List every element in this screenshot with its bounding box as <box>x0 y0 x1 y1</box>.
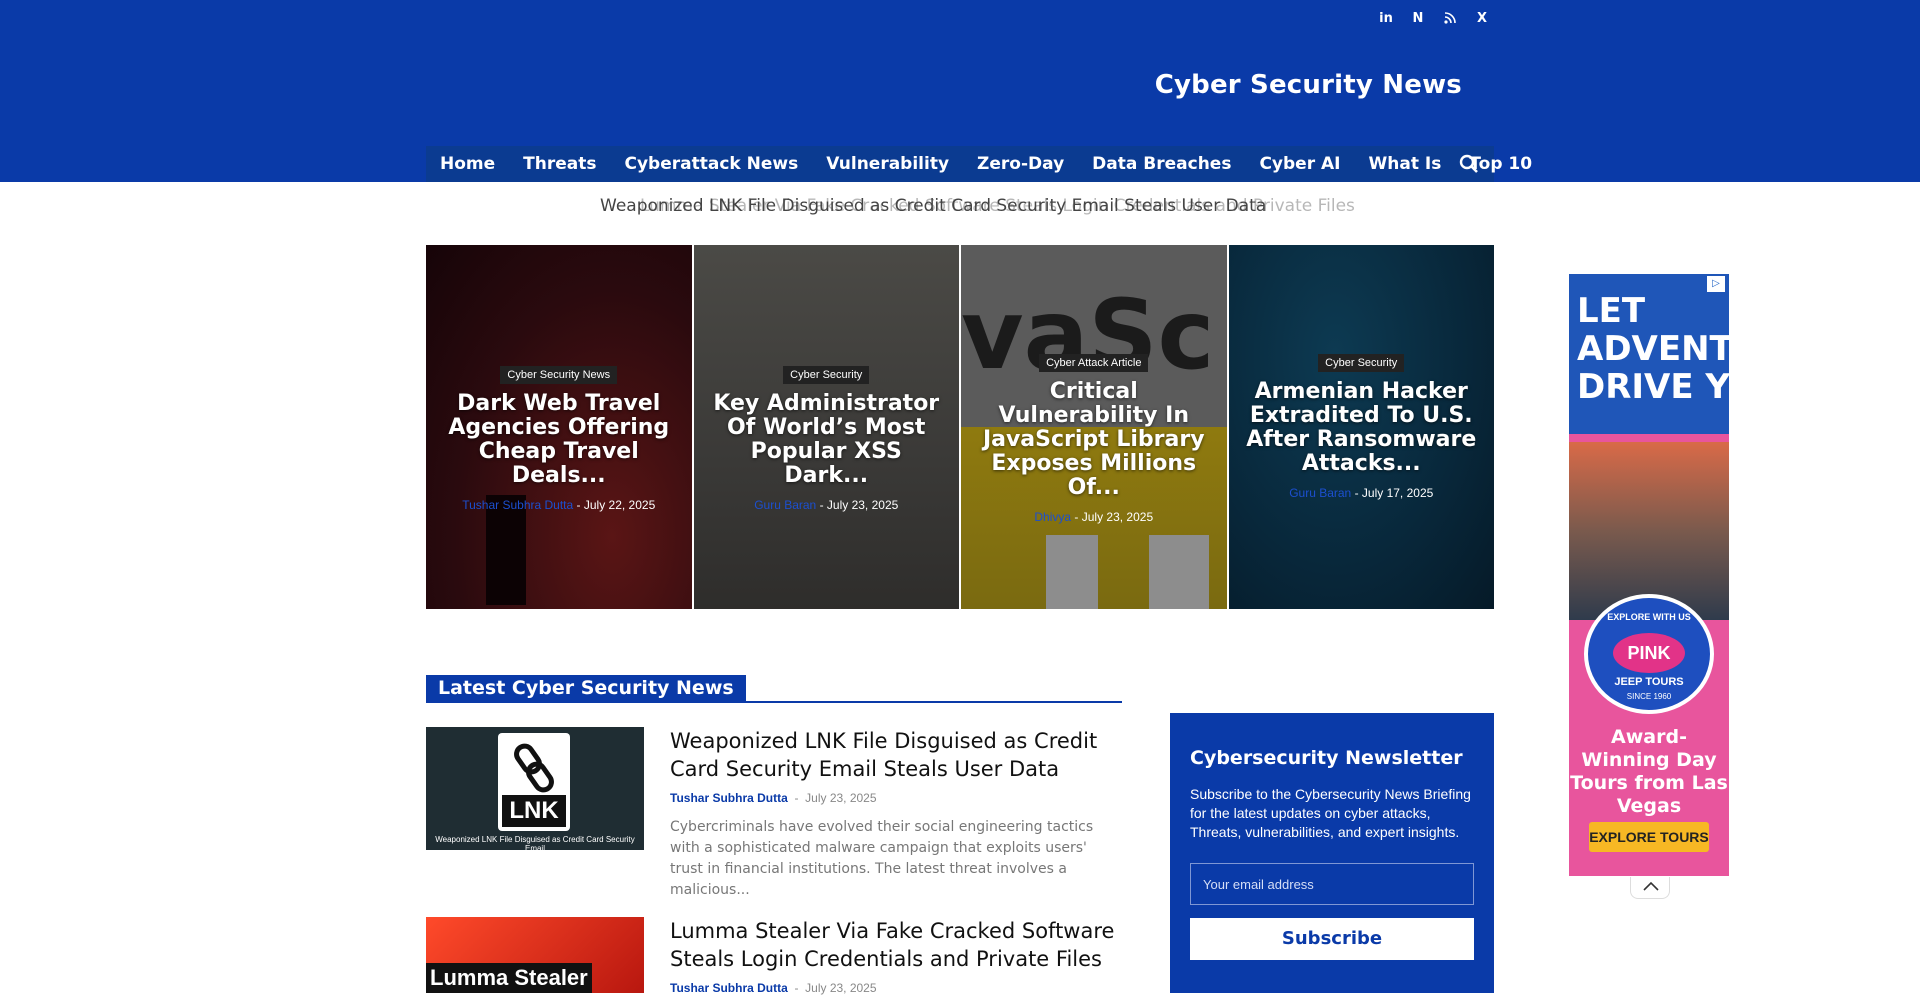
subscribe-button[interactable]: Subscribe <box>1190 918 1474 960</box>
nav-item-data-breaches[interactable]: Data Breaches <box>1078 146 1245 182</box>
main-nav: Home Threats Cyberattack News Vulnerabil… <box>426 146 1532 182</box>
post-date: July 23, 2025 <box>805 791 877 805</box>
newsletter-description: Subscribe to the Cybersecurity News Brie… <box>1190 786 1471 840</box>
ad-cta-button[interactable]: EXPLORE TOURS <box>1589 822 1709 852</box>
post-date: July 23, 2025 <box>1081 510 1154 524</box>
post-date: July 23, 2025 <box>826 498 899 512</box>
post-date: July 22, 2025 <box>583 498 656 512</box>
post-date: July 17, 2025 <box>1361 486 1434 500</box>
site-title[interactable]: Cyber Security News <box>1155 70 1462 100</box>
featured-title[interactable]: Armenian Hacker Extradited To U.S. After… <box>1245 380 1479 476</box>
email-field[interactable] <box>1190 863 1474 905</box>
nav-item-cyberattack-news[interactable]: Cyberattack News <box>611 146 813 182</box>
site-header: in N X Cyber Security News Home Threats … <box>0 0 1920 182</box>
featured-card[interactable]: Cyber Security Key Administrator Of Worl… <box>693 245 959 609</box>
scroll-up-button[interactable] <box>1630 877 1670 899</box>
article-title[interactable]: Lumma Stealer Via Fake Cracked Software … <box>670 917 1122 973</box>
sidebar-ad[interactable]: ▷ LET ADVENTURE DRIVE YOU EXPLORE WITH U… <box>1569 274 1729 876</box>
category-badge[interactable]: Cyber Security <box>1318 354 1405 372</box>
featured-grid: Cyber Security News Dark Web Travel Agen… <box>426 245 1494 609</box>
section-header: Latest Cyber Security News <box>426 675 1122 703</box>
featured-card[interactable]: Cyber Security News Dark Web Travel Agen… <box>426 245 692 609</box>
list-item: LNK Weaponized LNK File Disguised as Cre… <box>426 727 1122 898</box>
featured-title[interactable]: Dark Web Travel Agencies Offering Cheap … <box>442 392 676 488</box>
article-thumbnail[interactable]: Lumma Stealer <box>426 917 644 993</box>
search-icon[interactable] <box>1458 153 1480 175</box>
nav-item-vulnerability[interactable]: Vulnerability <box>812 146 963 182</box>
nav-item-cyber-ai[interactable]: Cyber AI <box>1245 146 1354 182</box>
article-thumbnail[interactable]: LNK Weaponized LNK File Disguised as Cre… <box>426 727 644 850</box>
category-badge[interactable]: Cyber Security News <box>500 366 618 384</box>
nav-item-threats[interactable]: Threats <box>509 146 610 182</box>
featured-title[interactable]: Key Administrator Of World’s Most Popula… <box>710 392 944 488</box>
ad-choices-icon[interactable]: ▷ <box>1707 276 1725 292</box>
author-link[interactable]: Guru Baran <box>754 498 816 512</box>
article-title[interactable]: Weaponized LNK File Disguised as Credit … <box>670 727 1122 783</box>
featured-card[interactable]: Cyber Security Armenian Hacker Extradite… <box>1228 245 1494 609</box>
nav-item-home[interactable]: Home <box>426 146 509 182</box>
newsletter-title: Cybersecurity Newsletter <box>1190 747 1463 769</box>
nav-item-what-is[interactable]: What Is <box>1355 146 1456 182</box>
category-badge[interactable]: Cyber Security <box>783 366 870 384</box>
news-ticker: Lumma Stealer Via Fake Cracked Software … <box>0 182 1920 230</box>
author-link[interactable]: Guru Baran <box>1289 486 1351 500</box>
list-item: Lumma Stealer Lumma Stealer Via Fake Cra… <box>426 917 1122 995</box>
linkedin-icon[interactable]: in <box>1370 8 1402 28</box>
featured-title[interactable]: Critical Vulnerability In JavaScript Lib… <box>977 380 1211 500</box>
x-twitter-icon[interactable]: X <box>1466 8 1498 28</box>
author-link[interactable]: Tushar Subhra Dutta <box>462 498 573 512</box>
author-link[interactable]: Tushar Subhra Dutta <box>670 791 788 805</box>
ad-tagline: Award-Winning Day Tours from Las Vegas <box>1570 726 1728 817</box>
newsletter-widget: Cybersecurity Newsletter Subscribe to th… <box>1170 713 1494 993</box>
rss-icon[interactable] <box>1434 8 1466 28</box>
chevron-up-icon <box>1643 881 1659 891</box>
category-badge[interactable]: Cyber Attack Article <box>1039 354 1149 372</box>
ticker-item-primary[interactable]: Weaponized LNK File Disguised as Credit … <box>600 196 1266 216</box>
author-link[interactable]: Dhivya <box>1034 510 1071 524</box>
ad-badge: EXPLORE WITH US PINK JEEP TOURS SINCE 19… <box>1584 594 1714 714</box>
featured-card[interactable]: vaSc Cyber Attack Article Critical Vulne… <box>961 245 1227 609</box>
ad-headline: LET ADVENTURE DRIVE YOU <box>1577 291 1729 407</box>
social-links: in N X <box>1370 8 1498 28</box>
newsbreak-icon[interactable]: N <box>1402 8 1434 28</box>
nav-item-zero-day[interactable]: Zero-Day <box>963 146 1078 182</box>
section-title[interactable]: Latest Cyber Security News <box>426 675 746 701</box>
article-excerpt: Cybercriminals have evolved their social… <box>670 819 1094 898</box>
